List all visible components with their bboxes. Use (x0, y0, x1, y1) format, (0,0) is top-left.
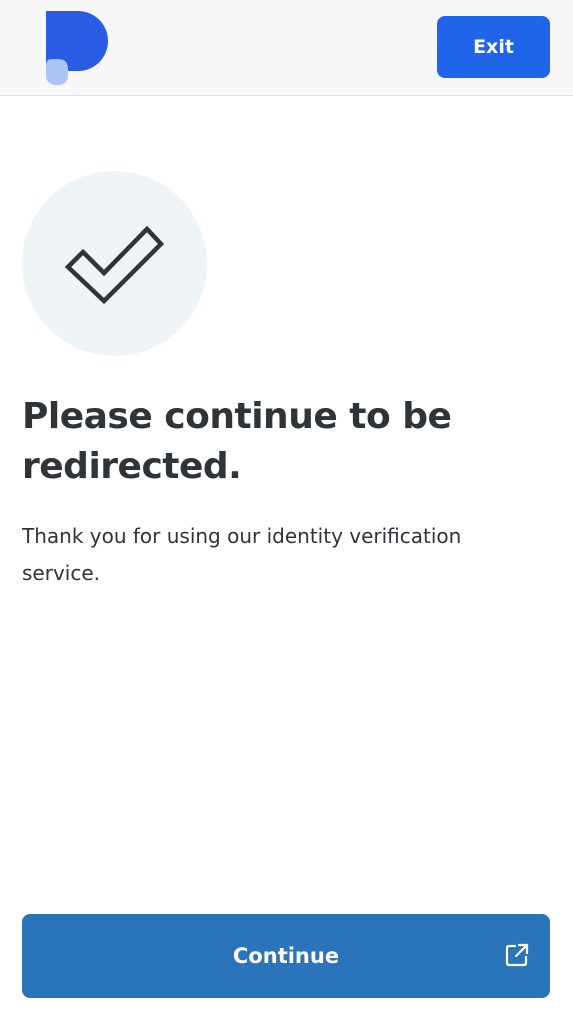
checkmark-icon (64, 225, 165, 305)
header-bar: Exit (0, 0, 573, 96)
external-link-icon (504, 942, 530, 968)
page-subtitle: Thank you for using our identity verific… (22, 524, 462, 585)
continue-button[interactable]: Continue (22, 914, 550, 998)
success-status (22, 171, 207, 356)
continue-button-label: Continue (232, 944, 340, 968)
page-title: Please continue to be redirected. (22, 396, 452, 487)
p-logo-icon (44, 9, 108, 85)
exit-button[interactable]: Exit (437, 16, 550, 78)
